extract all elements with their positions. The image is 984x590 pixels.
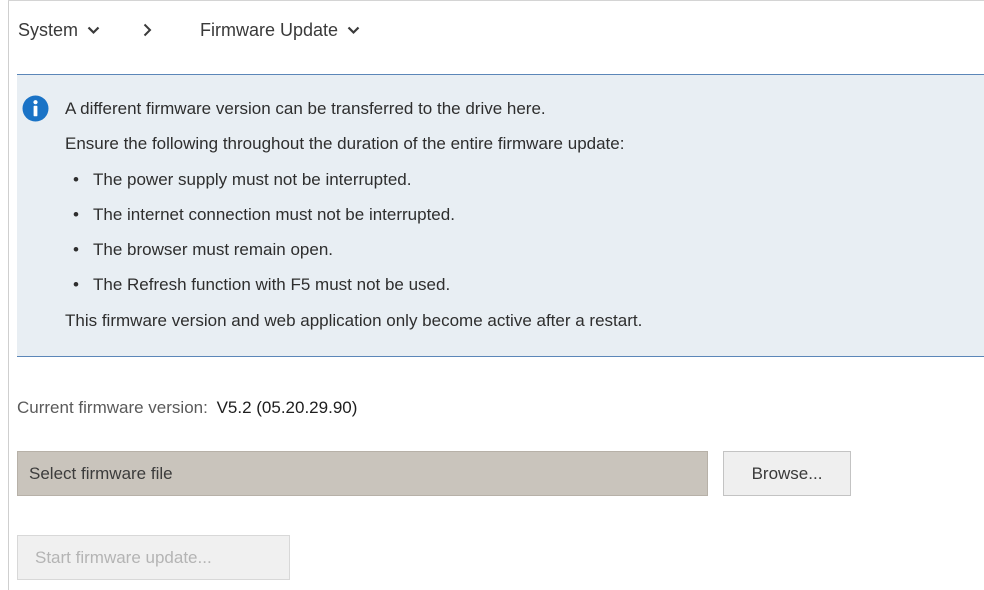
- current-firmware-value: V5.2 (05.20.29.90): [216, 398, 358, 417]
- list-item: • The internet connection must not be int…: [73, 205, 455, 224]
- info-instructions-text: Ensure the following throughout the dura…: [65, 134, 625, 153]
- breadcrumb-page-label: Firmware Update: [200, 19, 339, 40]
- current-firmware-row: Current firmware version: V5.2 (05.20.29…: [17, 398, 357, 418]
- frame-left-border: [8, 0, 9, 590]
- list-item: • The power supply must not be interrupte…: [73, 170, 412, 189]
- chevron-down-icon: [347, 26, 360, 35]
- info-footer-text: This firmware version and web applicatio…: [65, 311, 643, 330]
- breadcrumb-system-dropdown[interactable]: System: [18, 20, 100, 41]
- browse-button[interactable]: Browse...: [723, 451, 851, 496]
- firmware-file-field[interactable]: Select firmware file: [17, 451, 708, 496]
- start-firmware-update-button[interactable]: Start firmware update...: [17, 535, 290, 580]
- info-intro-text: A different firmware version can be tran…: [65, 99, 546, 118]
- info-panel: A different firmware version can be tran…: [17, 74, 984, 357]
- chevron-right-icon: [143, 23, 152, 37]
- breadcrumb-firmware-update-dropdown[interactable]: Firmware Update: [200, 20, 360, 41]
- breadcrumb: System Firmware Update: [18, 17, 360, 43]
- current-firmware-label: Current firmware version:: [17, 398, 208, 417]
- breadcrumb-system-label: System: [18, 19, 79, 40]
- chevron-down-icon: [87, 26, 100, 35]
- firmware-file-placeholder: Select firmware file: [29, 463, 173, 483]
- list-item: • The Refresh function with F5 must not b…: [73, 275, 451, 294]
- frame-top-border: [8, 0, 984, 1]
- list-item: • The browser must remain open.: [73, 240, 333, 259]
- info-icon: [22, 95, 49, 122]
